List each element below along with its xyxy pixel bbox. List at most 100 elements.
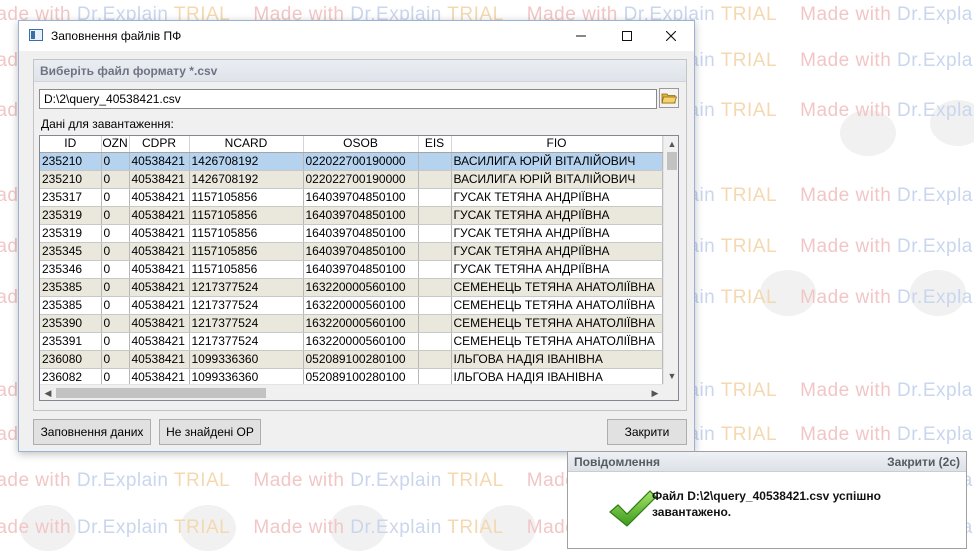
browse-button[interactable] <box>659 88 679 108</box>
table-cell: 164039704850100 <box>303 224 419 243</box>
table-row[interactable]: 235385 0 40538421 1217377524 163220000560100… <box>40 278 663 297</box>
table-cell: 235391 <box>40 332 102 351</box>
vertical-scroll-thumb[interactable] <box>667 152 677 170</box>
table-row[interactable]: 235210 0 40538421 1426708192 022022700190000… <box>40 170 663 189</box>
table-cell: 40538421 <box>129 332 190 351</box>
table-cell: СЕМЕНЕЦЬ ТЕТЯНА АНАТОЛІЇВНА <box>451 314 663 333</box>
table-cell: 40538421 <box>129 350 190 369</box>
scroll-right-icon[interactable]: ▶ <box>647 385 663 400</box>
fill-data-button[interactable]: Заповнення даних <box>33 419 151 445</box>
horizontal-scrollbar[interactable]: ◀ ▶ <box>40 384 663 400</box>
scroll-left-icon[interactable]: ◀ <box>40 385 56 400</box>
table-cell: 235346 <box>40 260 102 279</box>
data-grid[interactable]: ID OZN CDPR NCARD OSOB EIS FIO 235210 0 40538421… <box>39 135 679 401</box>
watermark-text: TRIAL <box>720 380 778 401</box>
notification-message: Файл D:\2\query_40538421.csv успішно зав… <box>652 489 881 519</box>
table-cell: 40538421 <box>129 206 190 225</box>
table-row[interactable]: 235210 0 40538421 1426708192 022022700190000… <box>40 152 663 171</box>
table-cell <box>418 224 452 243</box>
column-header[interactable]: FIO <box>451 136 663 153</box>
table-cell <box>418 296 452 315</box>
table-row[interactable]: 235391 0 40538421 1217377524 163220000560100… <box>40 332 663 351</box>
table-cell: 163220000560100 <box>303 296 419 315</box>
watermark-text: TRIAL <box>173 517 231 538</box>
watermark-text: TRIAL <box>720 50 778 71</box>
table-row[interactable]: 235317 0 40538421 1157105856 164039704850100… <box>40 188 663 207</box>
horizontal-scroll-thumb[interactable] <box>56 388 266 398</box>
table-cell <box>418 350 452 369</box>
file-path-input[interactable] <box>39 89 657 109</box>
table-row[interactable]: 235346 0 40538421 1157105856 164039704850100… <box>40 260 663 279</box>
table-cell: 0 <box>101 296 130 315</box>
column-header[interactable]: CDPR <box>129 136 190 153</box>
table-cell: 235210 <box>40 170 102 189</box>
watermark-text: TRIAL <box>447 517 504 538</box>
window-title: Заповнення файлів ПФ <box>51 29 182 43</box>
table-cell: 235345 <box>40 242 102 261</box>
data-table: ID OZN CDPR NCARD OSOB EIS FIO 235210 0 40538421… <box>40 136 663 387</box>
table-cell: 40538421 <box>129 314 190 333</box>
table-cell: 1217377524 <box>189 278 304 297</box>
column-header[interactable]: EIS <box>418 136 452 153</box>
table-cell: 0 <box>101 224 130 243</box>
notification-close-button[interactable]: Закрити (2c) <box>887 455 960 469</box>
table-cell: 235385 <box>40 278 102 297</box>
scroll-up-icon[interactable]: ▲ <box>664 136 678 152</box>
table-row[interactable]: 235319 0 40538421 1157105856 164039704850100… <box>40 206 663 225</box>
header-row: ID OZN CDPR NCARD OSOB EIS FIO <box>40 136 663 153</box>
maximize-icon <box>622 31 632 41</box>
main-window: Заповнення файлів ПФ Виберіть файл форма… <box>18 20 695 452</box>
table-cell: 163220000560100 <box>303 314 419 333</box>
watermark-text: Dr.Explain <box>897 236 974 257</box>
table-cell <box>418 332 452 351</box>
folder-open-icon <box>659 88 679 108</box>
table-cell: ГУСАК ТЕТЯНА АНДРІЇВНА <box>451 260 663 279</box>
scroll-down-icon[interactable]: ▼ <box>664 368 678 384</box>
table-cell: ІЛЬГОВА НАДІЯ ІВАНІВНА <box>451 350 663 369</box>
table-row[interactable]: 235319 0 40538421 1157105856 164039704850100… <box>40 224 663 243</box>
table-cell: 0 <box>101 314 130 333</box>
group-title: Виберіть файл формату *.csv <box>40 64 218 78</box>
table-cell: 164039704850100 <box>303 206 419 225</box>
column-header[interactable]: OSOB <box>303 136 419 153</box>
minimize-button[interactable] <box>558 21 604 51</box>
notification-title: Повідомлення <box>574 455 660 469</box>
title-bar[interactable]: Заповнення файлів ПФ <box>19 21 694 51</box>
close-button[interactable]: Закрити <box>607 419 687 445</box>
watermark-text: Dr.Explain <box>897 4 974 25</box>
column-header[interactable]: OZN <box>101 136 130 153</box>
maximize-button[interactable] <box>604 21 650 51</box>
column-header[interactable]: ID <box>40 136 102 153</box>
table-cell <box>418 188 452 207</box>
vertical-scrollbar[interactable]: ▲ ▼ <box>663 136 678 384</box>
table-cell: 235390 <box>40 314 102 333</box>
watermark-text: TRIAL <box>173 470 231 491</box>
table-cell: 0 <box>101 350 130 369</box>
watermark-text: Made with <box>800 100 898 121</box>
group-header: Виберіть файл формату *.csv <box>34 60 686 82</box>
table-row[interactable]: 235385 0 40538421 1217377524 163220000560100… <box>40 296 663 315</box>
table-cell: 40538421 <box>129 260 190 279</box>
table-cell: 0 <box>101 152 130 171</box>
table-cell: 1157105856 <box>189 188 304 207</box>
watermark-text: Made with <box>800 4 898 25</box>
watermark-text: Made with <box>800 185 898 206</box>
watermark-text: Made with <box>800 236 898 257</box>
table-row[interactable]: 235390 0 40538421 1217377524 163220000560100… <box>40 314 663 333</box>
table-cell: 1217377524 <box>189 332 304 351</box>
table-cell: 1157105856 <box>189 206 304 225</box>
table-cell: 1426708192 <box>189 152 304 171</box>
column-header[interactable]: NCARD <box>189 136 304 153</box>
table-cell: 40538421 <box>129 278 190 297</box>
not-found-button[interactable]: Не знайдені ОР <box>159 419 261 445</box>
table-cell: 0 <box>101 170 130 189</box>
table-cell: 40538421 <box>129 188 190 207</box>
close-window-button[interactable] <box>648 21 694 51</box>
table-cell: ВАСИЛИГА ЮРІЙ ВІТАЛІЙОВИЧ <box>451 170 663 189</box>
watermark-text: TRIAL <box>720 424 778 445</box>
table-row[interactable]: 236080 0 40538421 1099336360 052089100280100… <box>40 350 663 369</box>
watermark-text: TRIAL <box>447 470 504 491</box>
table-cell: 235319 <box>40 224 102 243</box>
notification-popup: Повідомлення Закрити (2c) Файл D:\2\quer… <box>567 451 967 549</box>
table-row[interactable]: 235345 0 40538421 1157105856 164039704850100… <box>40 242 663 261</box>
